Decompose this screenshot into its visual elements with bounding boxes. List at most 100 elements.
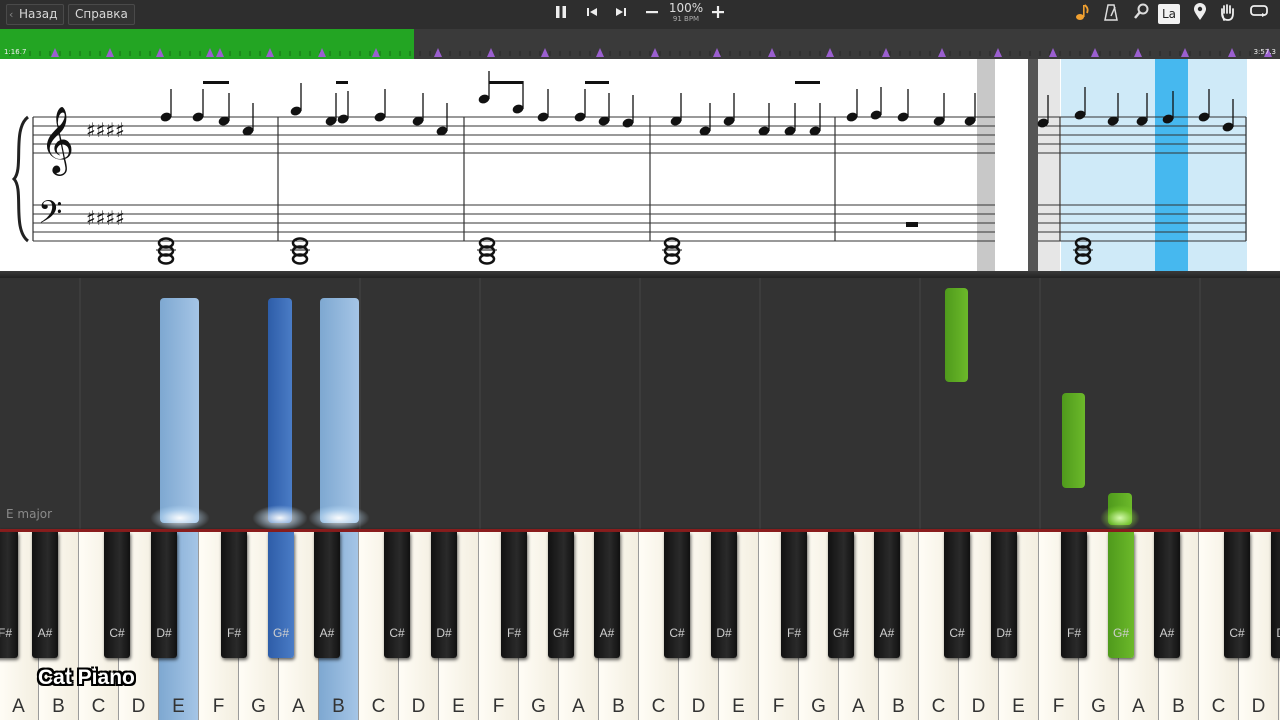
black-key-label: G# [1112,626,1129,640]
bookmark-marker [206,48,214,57]
black-key-g-sharp[interactable]: G# [548,532,574,658]
black-key-c-sharp[interactable]: C# [664,532,690,658]
loop-icon[interactable] [1247,3,1271,25]
white-key-label: E [732,696,745,717]
zoom-in-plus-icon[interactable] [706,3,730,25]
bookmark-marker [651,48,659,57]
black-key-c-sharp[interactable]: C# [104,532,130,658]
note-beam [203,81,229,84]
white-key-label: D [971,696,986,717]
solfege-la-icon[interactable]: La [1158,4,1180,24]
magnifier-icon[interactable] [1129,3,1153,25]
black-key-d-sharp[interactable]: D# [151,532,177,658]
black-key-f-sharp[interactable]: F# [1061,532,1087,658]
bookmark-marker [1134,48,1142,57]
white-key-label: B [52,696,65,717]
black-key-label: A# [1159,626,1175,640]
white-key-label: E [172,696,185,717]
black-key-g-sharp[interactable]: G# [268,532,294,658]
help-button[interactable]: Справка [68,4,135,25]
bookmark-marker [51,48,59,57]
song-timeline[interactable]: 1:16.7 3:57.3 [0,29,1280,59]
black-key-label: A# [599,626,615,640]
bookmark-marker [266,48,274,57]
white-key-label: F [1052,696,1065,717]
note-icon[interactable] [1071,3,1095,25]
black-key-label: D# [1271,626,1280,640]
channel-watermark: Cat Piano [38,666,135,689]
note-hit-sparkle [150,505,210,531]
falling-note [1062,393,1085,488]
skip-forward-icon[interactable] [609,3,633,25]
bass-clef: 𝄢 [38,194,62,238]
page-gap-shadow [977,59,995,271]
note-beam [336,81,348,84]
bookmark-marker [768,48,776,57]
black-key-f-sharp[interactable]: F# [501,532,527,658]
note-beam [795,81,820,84]
whole-rest [906,222,918,227]
black-key-c-sharp[interactable]: C# [1224,532,1250,658]
black-key-a-sharp[interactable]: A# [874,532,900,658]
black-key-c-sharp[interactable]: C# [384,532,410,658]
white-key-label: G [811,696,826,717]
bookmark-marker [882,48,890,57]
black-key-g-sharp[interactable]: G# [1108,532,1134,658]
white-key-label: D [411,696,426,717]
pause-icon[interactable] [549,3,573,25]
black-key-label: A# [879,626,895,640]
white-key-label: A [852,696,865,717]
sheet-divider [0,271,1280,278]
white-key-label: C [931,696,946,717]
bookmark-marker [434,48,442,57]
white-key-label: E [452,696,465,717]
black-key-f-sharp[interactable]: F# [221,532,247,658]
white-key-label: B [892,696,905,717]
black-key-f-sharp[interactable]: F# [0,532,18,658]
black-key-a-sharp[interactable]: A# [32,532,58,658]
hand-icon[interactable] [1216,3,1240,25]
bookmark-marker [994,48,1002,57]
black-key-a-sharp[interactable]: A# [314,532,340,658]
piano-keyboard: A B C D E F G A B C D E F G A B C D E F G A B C D E F G A B C D F# A# C# D#… [0,532,1280,720]
falling-note [945,288,968,382]
white-key-label: G [251,696,266,717]
marker-icon[interactable] [1188,3,1212,25]
black-key-c-sharp[interactable]: C# [944,532,970,658]
white-key-label: C [371,696,386,717]
black-key-d-sharp[interactable]: D# [431,532,457,658]
black-key-label: C# [109,626,125,640]
black-key-d-sharp[interactable]: D# [991,532,1017,658]
metronome-icon[interactable] [1099,3,1123,25]
white-key-label: B [1172,696,1185,717]
skip-back-icon[interactable] [580,3,604,25]
bookmark-marker [372,48,380,57]
black-key-label: G# [552,626,569,640]
black-key-d-sharp[interactable]: D# [711,532,737,658]
bass-key-signature: ♯♯♯♯ [86,206,125,230]
bookmark-marker [541,48,549,57]
bookmark-marker [1181,48,1189,57]
synthesia-window: ‹ Назад Справка 100% 91 BPM La 1:16.7 3:… [0,0,1280,720]
black-key-d-sharp[interactable]: D# [1271,532,1280,658]
bookmark-marker [106,48,114,57]
zoom-out-minus-icon[interactable] [640,3,664,25]
black-key-label: A# [37,626,53,640]
white-key-label: C [651,696,666,717]
black-key-a-sharp[interactable]: A# [1154,532,1180,658]
white-key-label: F [492,696,505,717]
black-key-label: D# [436,626,452,640]
black-key-a-sharp[interactable]: A# [594,532,620,658]
back-button[interactable]: ‹ Назад [6,4,65,25]
zoom-percent: 100% [668,1,704,15]
black-key-label: G# [272,626,289,640]
total-time: 3:57.3 [1253,48,1276,56]
treble-key-signature: ♯♯♯♯ [86,118,125,142]
chevron-left-icon: ‹ [9,8,14,21]
black-key-f-sharp[interactable]: F# [781,532,807,658]
white-key-label: B [612,696,625,717]
elapsed-time: 1:16.7 [4,48,27,56]
black-key-g-sharp[interactable]: G# [828,532,854,658]
white-key-label: C [1211,696,1226,717]
black-key-label: C# [389,626,405,640]
